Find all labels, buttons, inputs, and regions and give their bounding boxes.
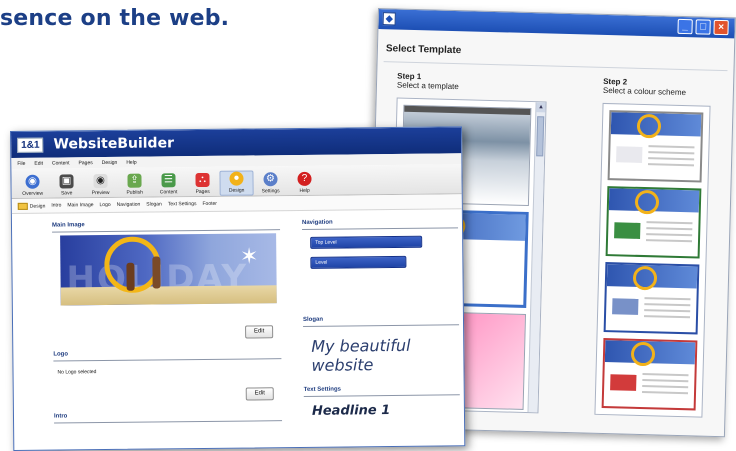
main-image-edit-button[interactable]: Edit	[245, 325, 274, 339]
toolbar-label: Publish	[126, 189, 143, 196]
main-image-preview: HOLIDAY ✶	[60, 233, 277, 306]
eye-icon: ◉	[93, 173, 108, 189]
headline-preview: Headline 1	[311, 403, 391, 419]
starfish-icon: ✶	[239, 243, 259, 269]
colour-scheme-option-selected[interactable]	[603, 262, 700, 335]
step1-desc: Select a template	[396, 80, 459, 92]
toolbar-label: Pages	[195, 188, 210, 196]
menu-design[interactable]: Design	[102, 159, 118, 165]
template-titlebar: ◆ _ □ ×	[378, 9, 735, 39]
menu-help[interactable]: Help	[126, 159, 136, 165]
scroll-up-icon[interactable]: ▲	[536, 102, 546, 113]
figure	[126, 262, 135, 291]
colour-scheme-option[interactable]	[601, 338, 698, 411]
step2-desc: Select a colour scheme	[602, 85, 687, 98]
intro-title: Intro	[53, 413, 68, 420]
step1-label: Step 1 Select a template	[397, 72, 459, 92]
websitebuilder-window: 1&1 WebsiteBuilder File Edit Content Pag…	[10, 126, 466, 451]
logo-status: No Logo selected	[57, 369, 97, 376]
save-icon: ▣	[59, 174, 74, 189]
tab-slogan[interactable]: Slogan	[146, 201, 162, 207]
nav-top-level-button[interactable]: Top Level	[310, 235, 423, 249]
slogan-title: Slogan	[302, 316, 324, 323]
toolbar-label: Overview	[22, 190, 44, 197]
publish-icon: ⇪	[127, 173, 142, 188]
minimize-button[interactable]: _	[677, 18, 693, 35]
tab-design[interactable]: Design	[17, 202, 46, 210]
folder-icon	[17, 202, 28, 210]
toolbar: ◉ Overview ▣ Save ◉ Preview ⇪ Publish ☰ Conte…	[11, 164, 462, 199]
toolbar-preview-button[interactable]: ◉ Preview	[83, 173, 117, 197]
sand	[60, 285, 277, 306]
toolbar-publish-button[interactable]: ⇪ Publish	[117, 173, 151, 197]
text-settings-title: Text Settings	[303, 386, 341, 393]
tab-text-settings[interactable]: Text Settings	[168, 201, 197, 207]
section-rule	[303, 324, 460, 327]
tab-footer[interactable]: Footer	[202, 201, 217, 207]
toolbar-label: Design	[228, 187, 245, 194]
colour-scheme-option[interactable]	[607, 110, 704, 183]
tab-label: Design	[29, 202, 46, 210]
logo-title: Logo	[53, 351, 69, 358]
divider	[383, 61, 728, 72]
nav-level-button[interactable]: Level	[310, 255, 407, 269]
globe-icon: ◉	[25, 174, 40, 189]
colour-scheme-list[interactable]	[594, 102, 711, 418]
maximize-button[interactable]: □	[695, 19, 711, 35]
tab-main-image[interactable]: Main Image	[67, 202, 93, 208]
section-rule	[52, 229, 281, 233]
section-rule	[303, 394, 460, 397]
toolbar-label: Preview	[91, 189, 110, 197]
toolbar-save-button[interactable]: ▣ Save	[49, 174, 83, 197]
menu-content[interactable]: Content	[52, 160, 70, 166]
section-rule	[53, 358, 282, 362]
content-icon: ☰	[161, 173, 176, 188]
tab-logo[interactable]: Logo	[99, 202, 110, 208]
toolbar-settings-button[interactable]: ⚙ Settings	[253, 172, 287, 195]
pages-icon: ⛬	[195, 172, 210, 188]
step2-label: Step 2 Select a colour scheme	[603, 77, 687, 97]
toolbar-content-button[interactable]: ☰ Content	[151, 173, 185, 196]
menu-file[interactable]: File	[17, 160, 25, 166]
template-window-title: Select Template	[385, 43, 462, 57]
brand-logo: 1&1	[17, 137, 44, 153]
menu-edit[interactable]: Edit	[34, 160, 43, 166]
toolbar-label: Content	[159, 189, 178, 196]
slogan-text: My beautiful website	[311, 335, 411, 375]
section-rule	[54, 420, 283, 424]
toolbar-label: Help	[299, 187, 310, 194]
colour-scheme-option[interactable]	[605, 186, 702, 259]
toolbar-help-button[interactable]: ? Help	[287, 171, 321, 195]
close-button[interactable]: ×	[713, 19, 729, 36]
app-icon: ◆	[382, 12, 396, 26]
toolbar-label: Save	[60, 190, 73, 197]
toolbar-pages-button[interactable]: ⛬ Pages	[185, 172, 219, 196]
help-icon: ?	[297, 171, 312, 186]
figure	[152, 256, 161, 289]
tab-navigation[interactable]: Navigation	[117, 202, 141, 208]
navigation-title: Navigation	[301, 219, 333, 226]
menu-pages[interactable]: Pages	[79, 160, 93, 166]
section-rule	[302, 227, 459, 230]
logo-edit-button[interactable]: Edit	[245, 387, 274, 401]
scroll-thumb[interactable]	[536, 116, 545, 157]
toolbar-overview-button[interactable]: ◉ Overview	[15, 174, 49, 198]
app-title: WebsiteBuilder	[53, 135, 175, 153]
design-icon: ●	[229, 171, 244, 186]
main-image-title: Main Image	[51, 222, 85, 229]
toolbar-label: Settings	[261, 188, 280, 195]
settings-icon: ⚙	[263, 172, 278, 187]
tab-intro[interactable]: Intro	[51, 202, 61, 208]
page-headline: sence on the web.	[0, 6, 230, 31]
toolbar-design-button[interactable]: ● Design	[219, 170, 254, 196]
